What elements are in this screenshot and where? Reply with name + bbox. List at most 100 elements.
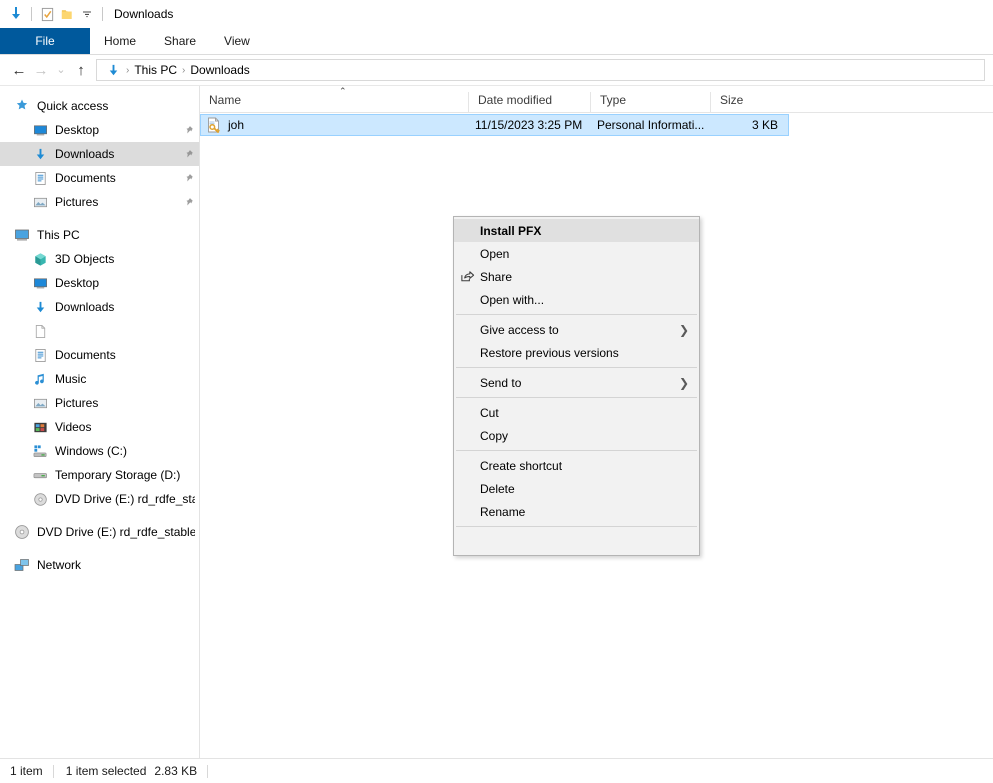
downloads-arrow-icon bbox=[32, 146, 48, 162]
status-divider-2 bbox=[207, 765, 208, 778]
column-header-size[interactable]: Size bbox=[710, 92, 790, 112]
pin-icon[interactable] bbox=[181, 149, 195, 160]
chevron-right-icon: ❯ bbox=[679, 323, 691, 337]
context-menu-item-share[interactable]: Share bbox=[454, 265, 699, 288]
pin-icon[interactable] bbox=[181, 197, 195, 208]
customize-chevron-icon[interactable] bbox=[77, 4, 97, 24]
context-menu-label: Install PFX bbox=[480, 224, 691, 238]
sidebar-item-unlabeled[interactable] bbox=[0, 319, 199, 343]
context-menu-separator-3 bbox=[456, 397, 697, 398]
sidebar-item-videos[interactable]: Videos bbox=[0, 415, 199, 439]
tab-home[interactable]: Home bbox=[90, 28, 150, 54]
window-title: Downloads bbox=[114, 7, 173, 21]
sidebar-item-desktop-2[interactable]: Desktop bbox=[0, 271, 199, 295]
network-icon bbox=[14, 557, 30, 573]
this-pc-icon bbox=[14, 227, 30, 243]
sidebar-item-dvd-drive-e[interactable]: DVD Drive (E:) rd_rdfe_stable bbox=[0, 487, 199, 511]
properties-checkbox-icon[interactable] bbox=[37, 4, 57, 24]
file-name-cell[interactable]: joh bbox=[201, 117, 467, 133]
context-menu-item-delete[interactable]: Delete bbox=[454, 477, 699, 500]
sidebar-item-documents[interactable]: Documents bbox=[0, 166, 199, 190]
context-menu-item-rename[interactable]: Rename bbox=[454, 500, 699, 523]
context-menu[interactable]: Install PFX Open Share Open with... bbox=[453, 216, 700, 556]
column-header-date-modified[interactable]: Date modified bbox=[468, 92, 590, 112]
sidebar-item-desktop[interactable]: Desktop bbox=[0, 118, 199, 142]
context-menu-label: Give access to bbox=[480, 323, 679, 337]
chevron-right-icon: ❯ bbox=[679, 376, 691, 390]
sidebar-item-dvd-drive-e-root[interactable]: DVD Drive (E:) rd_rdfe_stable.T bbox=[0, 520, 199, 544]
column-header-type[interactable]: Type bbox=[590, 92, 710, 112]
sidebar-item-documents-2[interactable]: Documents bbox=[0, 343, 199, 367]
pin-icon[interactable] bbox=[181, 125, 195, 136]
hard-drive-icon bbox=[32, 467, 48, 483]
title-bar: Downloads bbox=[0, 0, 993, 28]
forward-button[interactable]: → bbox=[30, 59, 52, 81]
status-bar: 1 item 1 item selected 2.83 KB bbox=[0, 758, 993, 783]
sidebar-group-gap bbox=[0, 214, 199, 223]
context-menu-separator-4 bbox=[456, 450, 697, 451]
sidebar-item-music[interactable]: Music bbox=[0, 367, 199, 391]
sidebar-item-3d-objects[interactable]: 3D Objects bbox=[0, 247, 199, 271]
file-size-cell: 3 KB bbox=[709, 118, 788, 132]
pictures-icon bbox=[32, 395, 48, 411]
tab-view[interactable]: View bbox=[210, 28, 264, 54]
dvd-drive-icon bbox=[32, 491, 48, 507]
sidebar-item-quick-access[interactable]: Quick access bbox=[0, 94, 199, 118]
tab-file[interactable]: File bbox=[0, 28, 90, 54]
ribbon-tab-bar: File Home Share View bbox=[0, 28, 993, 55]
tab-share[interactable]: Share bbox=[150, 28, 210, 54]
context-menu-item-send-to[interactable]: Send to ❯ bbox=[454, 371, 699, 394]
sidebar-item-windows-c[interactable]: Windows (C:) bbox=[0, 439, 199, 463]
sidebar-item-downloads[interactable]: Downloads bbox=[0, 142, 199, 166]
pictures-icon bbox=[32, 194, 48, 210]
back-button[interactable]: ← bbox=[8, 59, 30, 81]
context-menu-label: Restore previous versions bbox=[480, 346, 691, 360]
sidebar-label: Windows (C:) bbox=[55, 444, 195, 458]
breadcrumb-downloads[interactable]: Downloads bbox=[188, 63, 251, 77]
file-name-text: joh bbox=[228, 118, 244, 132]
breadcrumb-separator-2: › bbox=[179, 65, 188, 76]
table-row[interactable]: joh 11/15/2023 3:25 PM Personal Informat… bbox=[200, 114, 789, 136]
context-menu-item-properties[interactable] bbox=[454, 530, 699, 553]
dvd-drive-icon bbox=[14, 524, 30, 540]
context-menu-item-give-access-to[interactable]: Give access to ❯ bbox=[454, 318, 699, 341]
column-header-name[interactable]: Name bbox=[200, 92, 468, 112]
pfx-certificate-icon bbox=[206, 117, 222, 133]
share-icon bbox=[454, 269, 480, 284]
context-menu-item-cut[interactable]: Cut bbox=[454, 401, 699, 424]
sidebar-item-temporary-storage-d[interactable]: Temporary Storage (D:) bbox=[0, 463, 199, 487]
documents-icon bbox=[32, 170, 48, 186]
context-menu-separator-2 bbox=[456, 367, 697, 368]
context-menu-item-open[interactable]: Open bbox=[454, 242, 699, 265]
up-button[interactable]: ↑ bbox=[70, 59, 92, 81]
breadcrumb-this-pc[interactable]: This PC bbox=[132, 63, 179, 77]
sidebar-item-network[interactable]: Network bbox=[0, 553, 199, 577]
new-folder-icon[interactable] bbox=[57, 4, 77, 24]
downloads-arrow-icon bbox=[6, 4, 26, 24]
address-downloads-arrow-icon bbox=[103, 60, 123, 80]
toolbar-divider-2 bbox=[102, 7, 103, 21]
context-menu-item-create-shortcut[interactable]: Create shortcut bbox=[454, 454, 699, 477]
sidebar-label: This PC bbox=[37, 228, 195, 242]
sidebar-item-pictures[interactable]: Pictures bbox=[0, 190, 199, 214]
sidebar-label: DVD Drive (E:) rd_rdfe_stable.T bbox=[37, 525, 195, 539]
context-menu-item-copy[interactable]: Copy bbox=[454, 424, 699, 447]
sidebar-item-downloads-2[interactable]: Downloads bbox=[0, 295, 199, 319]
recent-locations-button[interactable]: ⌄ bbox=[52, 59, 70, 81]
sidebar-label: Documents bbox=[55, 171, 181, 185]
star-pin-icon bbox=[14, 98, 30, 114]
sort-ascending-icon: ⌃ bbox=[339, 87, 347, 96]
status-selection-group: 1 item selected 2.83 KB bbox=[54, 764, 197, 778]
context-menu-label: Open with... bbox=[480, 293, 691, 307]
sidebar-label: Network bbox=[37, 558, 195, 572]
context-menu-item-install-pfx[interactable]: Install PFX bbox=[454, 219, 699, 242]
context-menu-item-restore-previous-versions[interactable]: Restore previous versions bbox=[454, 341, 699, 364]
sidebar-item-pictures-2[interactable]: Pictures bbox=[0, 391, 199, 415]
context-menu-item-open-with[interactable]: Open with... bbox=[454, 288, 699, 311]
address-bar[interactable]: › This PC › Downloads bbox=[96, 59, 985, 81]
status-item-count: 1 item bbox=[0, 764, 53, 778]
column-header-row: Name Date modified Type Size ⌃ bbox=[200, 86, 993, 113]
breadcrumb-separator-1: › bbox=[123, 65, 132, 76]
pin-icon[interactable] bbox=[181, 173, 195, 184]
sidebar-item-this-pc[interactable]: This PC bbox=[0, 223, 199, 247]
